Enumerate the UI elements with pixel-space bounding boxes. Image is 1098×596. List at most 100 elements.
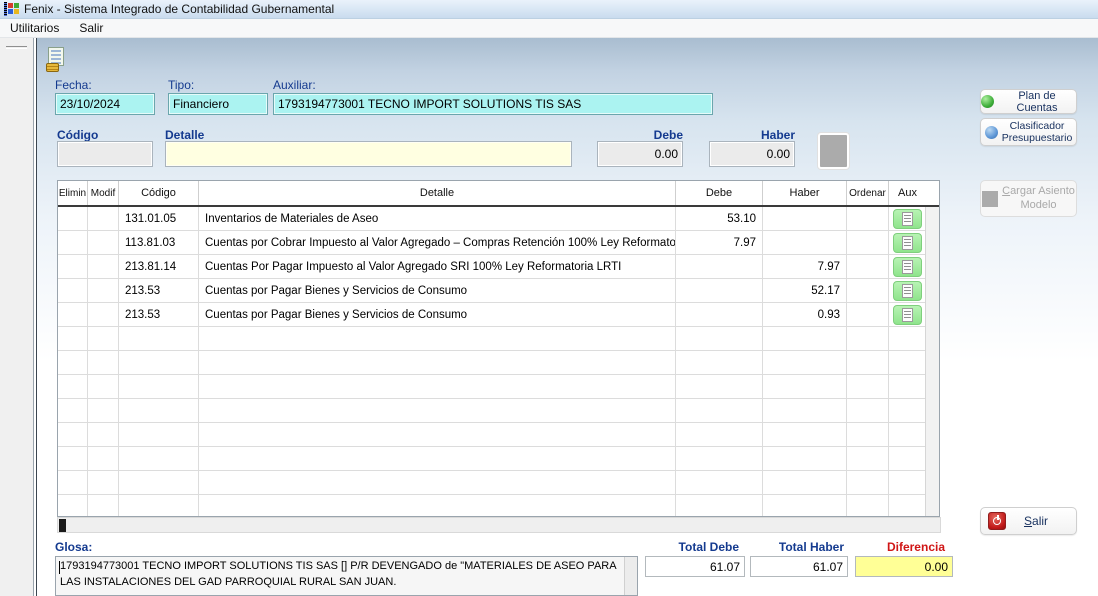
cell-haber <box>763 231 847 254</box>
empty-table-row[interactable] <box>58 327 939 351</box>
cell-haber <box>763 399 847 422</box>
cell-elimin[interactable] <box>58 495 88 517</box>
cell-haber <box>763 351 847 374</box>
cell-codigo <box>119 423 199 446</box>
coins-icon <box>46 63 59 72</box>
cell-codigo: 213.53 <box>119 303 199 326</box>
tipo-label: Tipo: <box>168 78 194 92</box>
cell-modif[interactable] <box>88 447 119 470</box>
cell-haber <box>763 423 847 446</box>
empty-table-row[interactable] <box>58 351 939 375</box>
empty-table-row[interactable] <box>58 375 939 399</box>
cell-ordenar <box>847 327 889 350</box>
cell-detalle <box>199 447 676 470</box>
cell-elimin[interactable] <box>58 255 88 278</box>
aux-document-icon <box>902 212 913 226</box>
cell-modif[interactable] <box>88 231 119 254</box>
cell-elimin[interactable] <box>58 303 88 326</box>
cell-debe <box>676 351 763 374</box>
empty-table-row[interactable] <box>58 495 939 517</box>
grid-horizontal-scrollbar[interactable] <box>57 517 941 533</box>
glosa-textarea[interactable]: 1793194773001 TECNO IMPORT SOLUTIONS TIS… <box>55 556 638 596</box>
cell-modif[interactable] <box>88 327 119 350</box>
auxiliar-label: Auxiliar: <box>273 78 316 92</box>
aux-detail-button[interactable] <box>893 209 922 229</box>
cell-modif[interactable] <box>88 207 119 230</box>
cell-codigo <box>119 351 199 374</box>
cell-ordenar <box>847 399 889 422</box>
cell-modif[interactable] <box>88 423 119 446</box>
aux-detail-button[interactable] <box>893 257 922 277</box>
cell-debe: 7.97 <box>676 231 763 254</box>
glosa-scrollbar[interactable] <box>624 557 637 595</box>
left-collapsed-panel[interactable] <box>0 38 34 596</box>
detalle-input[interactable] <box>165 141 572 167</box>
cell-elimin[interactable] <box>58 327 88 350</box>
journal-entry-icon[interactable] <box>45 46 71 72</box>
panel-grip-handle[interactable] <box>6 46 27 49</box>
cell-codigo <box>119 399 199 422</box>
cell-modif[interactable] <box>88 303 119 326</box>
table-row[interactable]: 213.53 Cuentas por Pagar Bienes y Servic… <box>58 303 939 327</box>
cell-modif[interactable] <box>88 495 119 517</box>
cell-modif[interactable] <box>88 375 119 398</box>
cell-debe <box>676 375 763 398</box>
aux-detail-button[interactable] <box>893 305 922 325</box>
plan-de-cuentas-button[interactable]: Plan de Cuentas <box>980 89 1077 114</box>
cell-elimin[interactable] <box>58 471 88 494</box>
cell-elimin[interactable] <box>58 399 88 422</box>
cell-elimin[interactable] <box>58 375 88 398</box>
clasificador-presupuestario-button[interactable]: Clasificador Presupuestario <box>980 118 1077 146</box>
diferencia-label: Diferencia <box>855 540 953 554</box>
tipo-input[interactable]: Financiero <box>168 93 268 115</box>
cell-elimin[interactable] <box>58 447 88 470</box>
empty-table-row[interactable] <box>58 399 939 423</box>
aux-detail-button[interactable] <box>893 281 922 301</box>
cell-detalle: Cuentas por Pagar Bienes y Servicios de … <box>199 303 676 326</box>
table-row[interactable]: 113.81.03 Cuentas por Cobrar Impuesto al… <box>58 231 939 255</box>
cell-elimin[interactable] <box>58 423 88 446</box>
cell-elimin[interactable] <box>58 279 88 302</box>
cell-aux <box>889 207 926 230</box>
cell-elimin[interactable] <box>58 231 88 254</box>
col-detalle: Detalle <box>199 181 676 205</box>
salir-button[interactable]: Salir <box>980 507 1077 535</box>
cell-modif[interactable] <box>88 255 119 278</box>
menu-utilitarios[interactable]: Utilitarios <box>0 21 69 35</box>
fecha-input[interactable]: 23/10/2024 <box>55 93 155 115</box>
haber-input[interactable]: 0.00 <box>709 141 795 167</box>
cell-modif[interactable] <box>88 279 119 302</box>
detalle-label: Detalle <box>165 128 204 142</box>
empty-table-row[interactable] <box>58 447 939 471</box>
add-entry-button[interactable] <box>818 133 849 169</box>
cell-haber <box>763 375 847 398</box>
cell-detalle <box>199 423 676 446</box>
cell-debe <box>676 327 763 350</box>
menu-salir[interactable]: Salir <box>69 21 113 35</box>
auxiliar-input[interactable]: 1793194773001 TECNO IMPORT SOLUTIONS TIS… <box>273 93 713 115</box>
cell-debe <box>676 279 763 302</box>
table-row[interactable]: 213.81.14 Cuentas Por Pagar Impuesto al … <box>58 255 939 279</box>
cell-ordenar <box>847 495 889 517</box>
empty-table-row[interactable] <box>58 423 939 447</box>
cell-modif[interactable] <box>88 351 119 374</box>
table-row[interactable]: 213.53 Cuentas por Pagar Bienes y Servic… <box>58 279 939 303</box>
cell-elimin[interactable] <box>58 207 88 230</box>
scrollbar-thumb[interactable] <box>59 519 66 532</box>
cell-ordenar <box>847 231 889 254</box>
cell-modif[interactable] <box>88 471 119 494</box>
debe-input[interactable]: 0.00 <box>597 141 683 167</box>
menubar: Utilitarios Salir <box>0 19 1098 38</box>
grid-vertical-scrollbar[interactable] <box>925 207 939 516</box>
table-row[interactable]: 131.01.05 Inventarios de Materiales de A… <box>58 207 939 231</box>
cell-modif[interactable] <box>88 399 119 422</box>
codigo-label: Código <box>57 128 98 142</box>
aux-detail-button[interactable] <box>893 233 922 253</box>
codigo-input[interactable] <box>57 141 153 167</box>
cargar-asiento-modelo-button[interactable]: Cargar Asiento Modelo <box>980 180 1077 217</box>
cell-haber <box>763 327 847 350</box>
cell-elimin[interactable] <box>58 351 88 374</box>
empty-table-row[interactable] <box>58 471 939 495</box>
power-icon <box>988 512 1006 530</box>
cell-detalle <box>199 327 676 350</box>
